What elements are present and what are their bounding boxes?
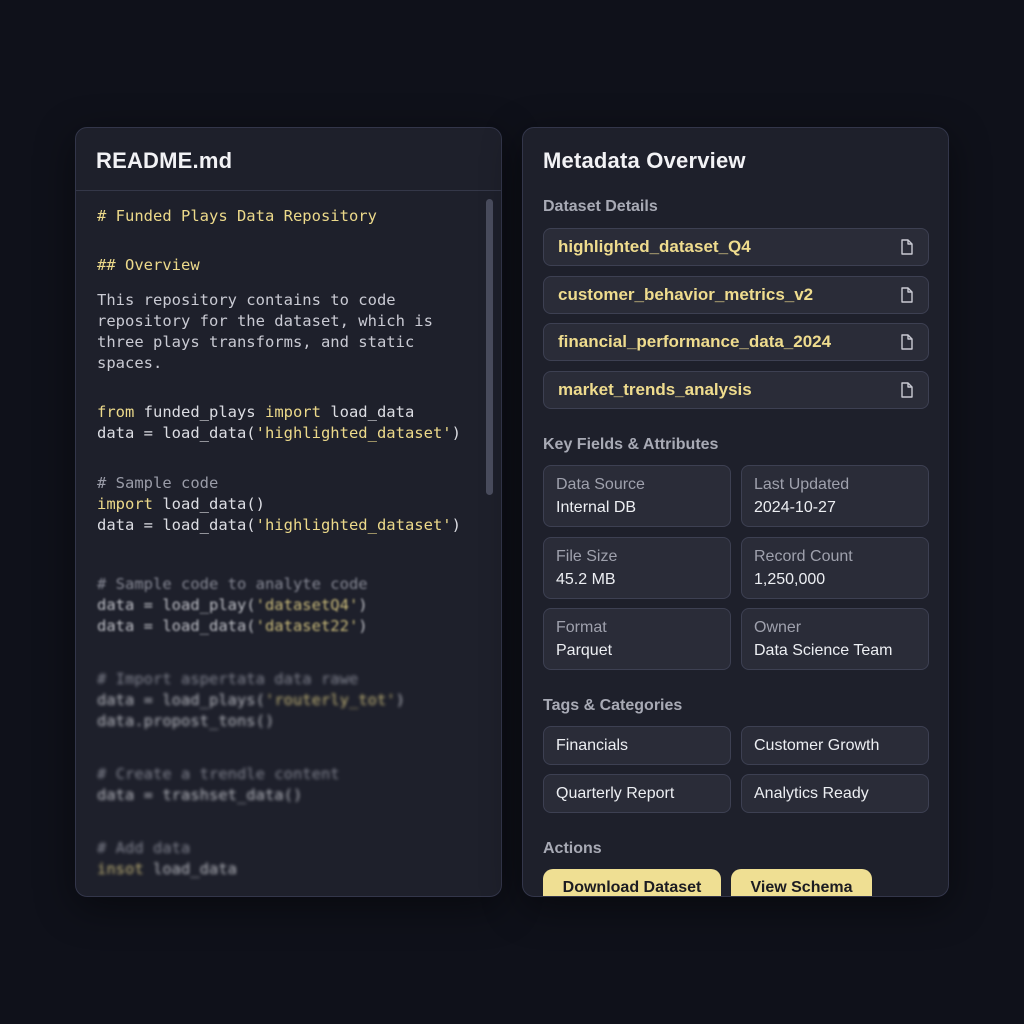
actions-heading: Actions bbox=[543, 840, 602, 857]
code-line: insot load_data bbox=[97, 860, 237, 878]
tag-chip[interactable]: Quarterly Report bbox=[543, 774, 731, 813]
code-line: import load_data() bbox=[97, 495, 265, 513]
code-line: data.propost_tons() bbox=[97, 712, 275, 730]
code-line: # Create a trendle content bbox=[97, 765, 340, 783]
readme-header: README.md bbox=[76, 128, 501, 191]
field-value: 45.2 MB bbox=[556, 571, 616, 588]
field-record-count: Record Count 1,250,000 bbox=[741, 537, 929, 599]
code-line: # Sample code bbox=[97, 474, 219, 492]
field-owner: Owner Data Science Team bbox=[741, 608, 929, 670]
tag-chip[interactable]: Financials bbox=[543, 726, 731, 765]
field-file-size: File Size 45.2 MB bbox=[543, 537, 731, 599]
file-icon[interactable] bbox=[900, 239, 914, 255]
code-line: data = load_plays('routerly_tot') bbox=[97, 691, 405, 709]
code-line: data = load_data('highlighted_dataset') bbox=[97, 516, 461, 534]
readme-scrollbar[interactable] bbox=[486, 199, 493, 495]
view-schema-button[interactable]: View Schema bbox=[731, 869, 872, 896]
file-icon[interactable] bbox=[900, 382, 914, 398]
readme-panel: README.md # Funded Plays Data Repository… bbox=[75, 127, 502, 897]
field-label: Data Source bbox=[556, 476, 645, 493]
code-line: This repository contains to code bbox=[97, 291, 396, 309]
tag-chip[interactable]: Customer Growth bbox=[741, 726, 929, 765]
metadata-title: Metadata Overview bbox=[543, 148, 746, 173]
dataset-name: highlighted_dataset_Q4 bbox=[558, 237, 751, 256]
dataset-name: market_trends_analysis bbox=[558, 380, 752, 399]
dataset-item[interactable]: market_trends_analysis bbox=[543, 371, 929, 409]
code-line: # Funded Plays Data Repository bbox=[97, 207, 377, 225]
tag-chip[interactable]: Analytics Ready bbox=[741, 774, 929, 813]
file-icon[interactable] bbox=[900, 287, 914, 303]
field-value: 2024-10-27 bbox=[754, 499, 836, 516]
dataset-item[interactable]: customer_behavior_metrics_v2 bbox=[543, 276, 929, 314]
code-line: from funded_plays import load_data bbox=[97, 403, 415, 421]
field-last-updated: Last Updated 2024-10-27 bbox=[741, 465, 929, 527]
dataset-name: customer_behavior_metrics_v2 bbox=[558, 285, 814, 304]
code-line: # Import aspertata data rawe bbox=[97, 670, 359, 688]
field-value: Parquet bbox=[556, 642, 613, 659]
metadata-panel: Metadata Overview Dataset Details highli… bbox=[522, 127, 949, 897]
code-line: data = load_play('datasetQ4') bbox=[97, 596, 368, 614]
field-format: Format Parquet bbox=[543, 608, 731, 670]
dataset-item[interactable]: financial_performance_data_2024 bbox=[543, 323, 929, 361]
field-value: Internal DB bbox=[556, 499, 637, 516]
field-label: Owner bbox=[754, 619, 802, 636]
code-line: ## Overview bbox=[97, 256, 200, 274]
dataset-item[interactable]: highlighted_dataset_Q4 bbox=[543, 228, 929, 266]
code-line: # Add data bbox=[97, 839, 191, 857]
code-line: data = load_data('highlighted_dataset') bbox=[97, 424, 461, 442]
code-line: data = trashset_data() bbox=[97, 786, 303, 804]
file-icon[interactable] bbox=[900, 334, 914, 350]
code-line: # Sample code to analyte code bbox=[97, 575, 368, 593]
code-line: repository for the dataset, which is bbox=[97, 312, 433, 330]
field-label: File Size bbox=[556, 548, 618, 565]
field-label: Format bbox=[556, 619, 607, 636]
field-label: Record Count bbox=[754, 548, 853, 565]
code-line: data = load_data('dataset22') bbox=[97, 617, 368, 635]
readme-title: README.md bbox=[96, 148, 233, 173]
tags-heading: Tags & Categories bbox=[543, 697, 683, 714]
download-dataset-button[interactable]: Download Dataset bbox=[543, 869, 721, 896]
key-fields-heading: Key Fields & Attributes bbox=[543, 436, 719, 453]
field-value: Data Science Team bbox=[754, 642, 893, 659]
field-label: Last Updated bbox=[754, 476, 850, 493]
code-line: three plays transforms, and static bbox=[97, 333, 415, 351]
code-line: spaces. bbox=[97, 354, 163, 372]
field-data-source: Data Source Internal DB bbox=[543, 465, 731, 527]
dataset-name: financial_performance_data_2024 bbox=[558, 332, 832, 351]
dataset-details-heading: Dataset Details bbox=[543, 198, 658, 215]
field-value: 1,250,000 bbox=[754, 571, 826, 588]
